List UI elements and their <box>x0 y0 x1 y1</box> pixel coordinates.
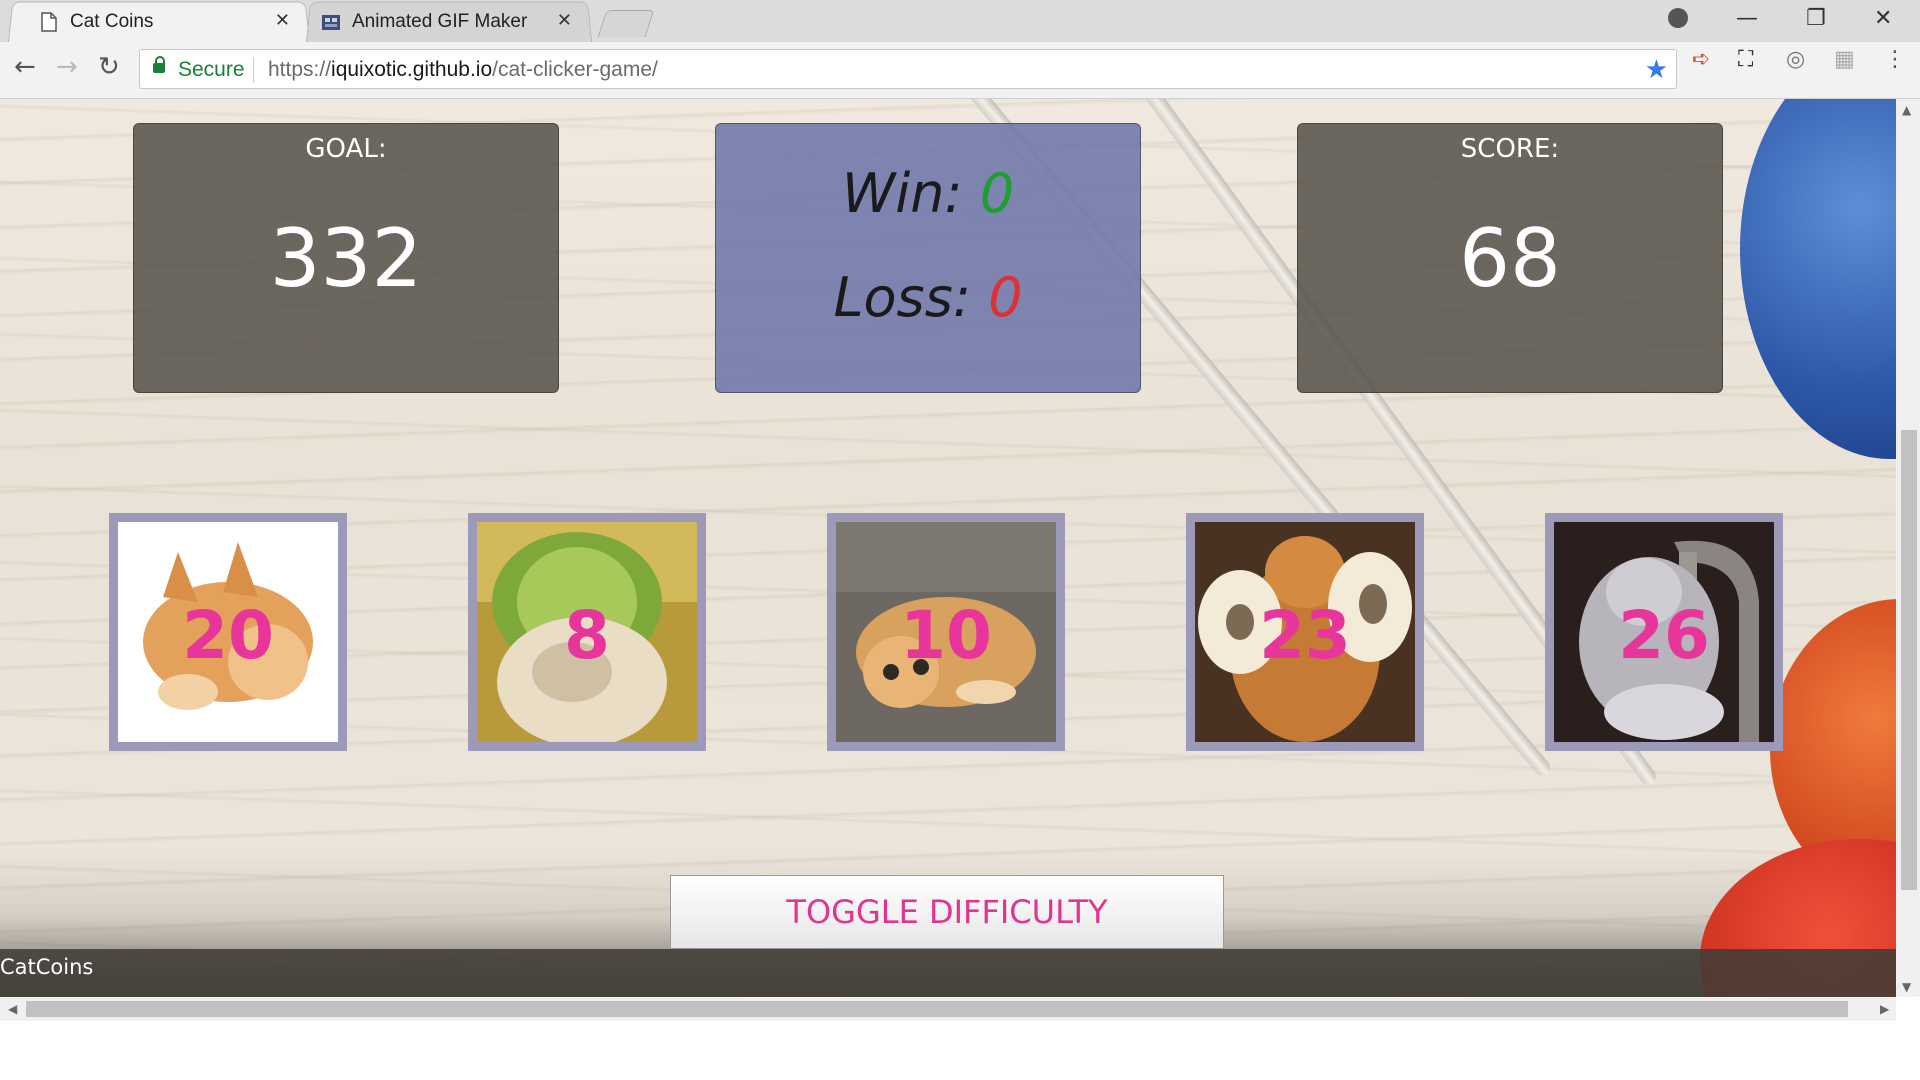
url-domain: iquixotic.github.io <box>331 58 493 81</box>
minimize-icon[interactable]: — <box>1736 6 1758 31</box>
url-text[interactable]: https://iquixotic.github.io/cat-clicker-… <box>268 58 658 82</box>
cat-value: 10 <box>900 597 992 674</box>
vertical-scrollbar-thumb[interactable] <box>1901 430 1917 890</box>
cat-card-kitten-faucet[interactable]: 26 <box>1545 513 1783 751</box>
address-bar[interactable]: Secure https://iquixotic.github.io/cat-c… <box>139 49 1677 89</box>
scroll-down-arrow-icon[interactable]: ▼ <box>1902 980 1911 994</box>
score-label: SCORE: <box>1460 134 1560 164</box>
toggle-difficulty-button[interactable]: TOGGLE DIFFICULTY <box>670 875 1224 949</box>
goal-panel: GOAL: 332 <box>133 123 559 393</box>
win-label: Win: <box>841 162 963 225</box>
tab-title: Animated GIF Maker <box>352 11 528 32</box>
close-window-icon[interactable]: ✕ <box>1874 6 1892 31</box>
cast-extension-icon[interactable]: ➪ <box>1692 47 1710 72</box>
blank-area <box>0 1021 1920 1080</box>
score-panel: SCORE: 68 <box>1297 123 1723 393</box>
back-arrow-icon[interactable]: ← <box>14 52 36 82</box>
tab-cat-coins[interactable]: Cat Coins ✕ <box>8 0 310 43</box>
tab-title: Cat Coins <box>70 11 154 32</box>
game-page: GOAL: 332 Win: 0 Loss: 0 SCORE: 68 20 8 … <box>0 99 1896 997</box>
cat-value: 26 <box>1618 597 1710 674</box>
menu-dots-icon[interactable]: ⋮ <box>1884 47 1906 72</box>
win-value: 0 <box>979 162 1015 225</box>
brand-bar: CatCoins <box>0 949 1896 997</box>
cat-card-lime-helmet[interactable]: 8 <box>468 513 706 751</box>
cat-card-kitten-on-couch[interactable]: 10 <box>827 513 1065 751</box>
page-icon <box>41 12 57 32</box>
screenshot-extension-icon[interactable]: ⛶ <box>1738 47 1753 72</box>
tab-animated-gif-maker[interactable]: Animated GIF Maker ✕ <box>306 0 592 43</box>
gif-maker-favicon <box>322 15 340 30</box>
lock-icon <box>153 56 165 73</box>
scroll-up-arrow-icon[interactable]: ▲ <box>1902 103 1911 117</box>
new-tab-button[interactable] <box>597 10 655 37</box>
divider <box>253 57 254 83</box>
win-loss-panel: Win: 0 Loss: 0 <box>715 123 1141 393</box>
extension-puzzle-icon[interactable]: ▦ <box>1834 47 1855 72</box>
bookmark-star-icon[interactable]: ★ <box>1645 54 1668 85</box>
extension-circle-icon[interactable]: ◎ <box>1786 47 1805 72</box>
loss-value: 0 <box>988 266 1023 329</box>
profile-icon[interactable] <box>1668 8 1688 28</box>
browser-toolbar: ← → ↻ Secure https://iquixotic.github.io… <box>0 42 1920 99</box>
horizontal-scrollbar-thumb[interactable] <box>26 1001 1848 1017</box>
loss-label: Loss: <box>833 266 972 329</box>
forward-arrow-icon[interactable]: → <box>56 52 78 82</box>
browser-tab-strip: Cat Coins ✕ Animated GIF Maker ✕ — ❐ ✕ <box>0 0 1920 43</box>
cat-value: 20 <box>182 597 274 674</box>
close-tab-icon[interactable]: ✕ <box>557 10 572 31</box>
url-path: /cat-clicker-game/ <box>492 58 658 81</box>
secure-label: Secure <box>178 58 245 81</box>
restore-icon[interactable]: ❐ <box>1806 6 1826 31</box>
scroll-right-arrow-icon[interactable]: ▶ <box>1880 1002 1889 1016</box>
cat-value: 8 <box>564 597 610 674</box>
brand-name: CatCoins <box>0 955 94 979</box>
goal-value: 332 <box>269 212 423 305</box>
reload-icon[interactable]: ↻ <box>98 52 120 82</box>
score-value: 68 <box>1459 212 1561 305</box>
cat-card-toilet-paper[interactable]: 23 <box>1186 513 1424 751</box>
cat-card-kitten-lying-down[interactable]: 20 <box>109 513 347 751</box>
win-row: Win: 0 <box>716 162 1140 225</box>
close-tab-icon[interactable]: ✕ <box>275 10 290 31</box>
cat-value: 23 <box>1259 597 1351 674</box>
scroll-left-arrow-icon[interactable]: ◀ <box>8 1002 17 1016</box>
url-scheme: https:// <box>268 58 332 81</box>
goal-label: GOAL: <box>305 134 387 164</box>
yarn-ball-decoration <box>1740 99 1896 459</box>
loss-row: Loss: 0 <box>716 266 1140 329</box>
